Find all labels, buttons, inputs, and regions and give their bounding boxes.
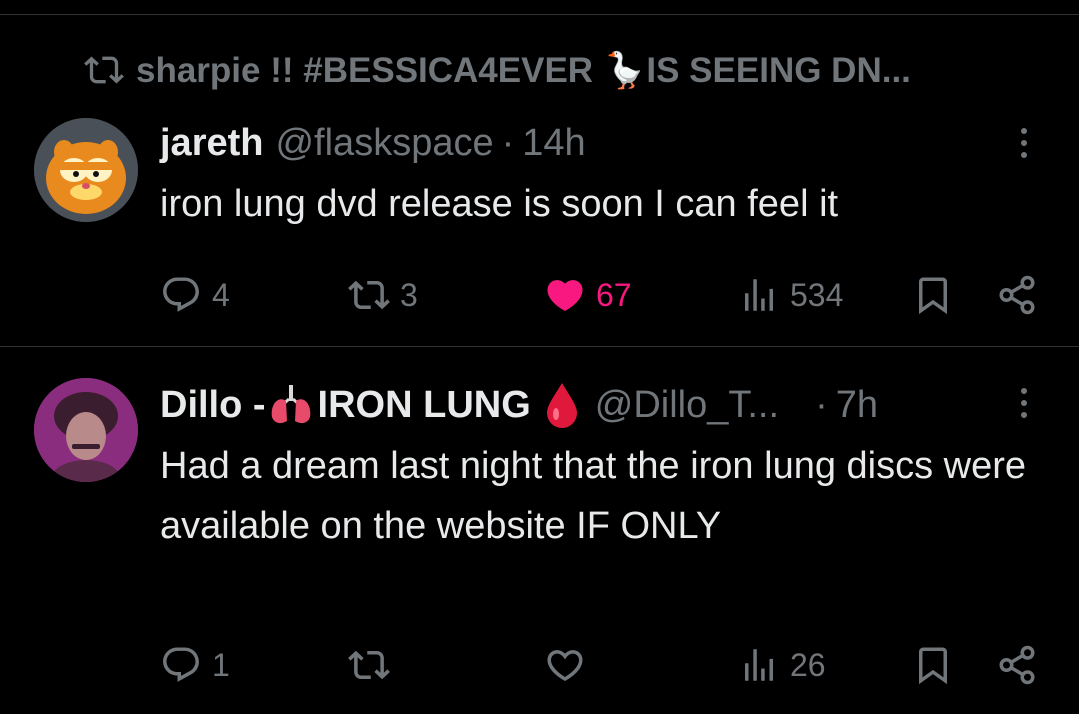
- post-actions: 1 26: [160, 640, 1040, 690]
- views-button[interactable]: 534: [738, 270, 843, 320]
- like-count: 67: [596, 276, 632, 313]
- reply-count: 4: [212, 276, 230, 313]
- avatar[interactable]: [34, 118, 138, 222]
- handle[interactable]: @Dillo_T...: [595, 384, 779, 427]
- dillo-avatar-image: [34, 378, 138, 482]
- repost-context-text: sharpie !! #BESSICA4EVER 🪿IS SEEING DN..…: [136, 50, 911, 90]
- views-icon: [745, 649, 773, 681]
- timestamp[interactable]: 7h: [836, 384, 878, 427]
- like-button[interactable]: 67: [544, 270, 632, 320]
- views-count: 534: [790, 276, 844, 313]
- repost-button[interactable]: 3: [348, 270, 418, 320]
- handle[interactable]: @flaskspace: [275, 122, 493, 165]
- heart-icon: [547, 280, 583, 312]
- post-divider: [0, 346, 1079, 347]
- reply-count: 1: [212, 646, 230, 683]
- post-text: Had a dream last night that the iron lun…: [160, 445, 1027, 547]
- display-name[interactable]: jareth: [160, 122, 263, 165]
- bookmark-icon: [919, 647, 947, 685]
- post-header: Dillo - IRON LUNG @Dillo_T... · 7h: [160, 380, 878, 430]
- reply-button[interactable]: 1: [160, 640, 230, 690]
- lungs-icon: [271, 385, 310, 424]
- repost-icon: [348, 650, 390, 680]
- garfield-avatar-image: [34, 118, 138, 222]
- display-name-suffix[interactable]: IRON LUNG: [318, 384, 531, 427]
- bookmark-button[interactable]: [912, 640, 954, 690]
- reply-icon: [163, 277, 199, 312]
- reply-icon: [163, 647, 199, 682]
- post-header: jareth @flaskspace · 14h: [160, 120, 586, 166]
- reply-button[interactable]: 4: [160, 270, 230, 320]
- share-icon: [999, 275, 1035, 315]
- views-count: 26: [790, 646, 826, 683]
- more-icon[interactable]: [1016, 128, 1032, 158]
- repost-context[interactable]: sharpie !! #BESSICA4EVER 🪿IS SEEING DN..…: [84, 50, 911, 90]
- views-button[interactable]: 26: [738, 640, 826, 690]
- bookmark-button[interactable]: [912, 270, 954, 320]
- top-divider: [0, 14, 1079, 15]
- blood-drop-icon: [546, 383, 577, 428]
- repost-count: 3: [400, 276, 418, 313]
- display-name-prefix[interactable]: Dillo -: [160, 384, 266, 427]
- repost-icon: [84, 56, 124, 84]
- repost-icon: [348, 280, 390, 310]
- post-text: iron lung dvd release is soon I can feel…: [160, 183, 839, 225]
- share-icon: [999, 645, 1035, 685]
- more-icon[interactable]: [1016, 388, 1032, 418]
- post-actions: 4 3 67 534: [160, 270, 1040, 320]
- views-icon: [745, 279, 773, 311]
- share-button[interactable]: [996, 640, 1038, 690]
- timestamp[interactable]: 14h: [522, 122, 585, 165]
- share-button[interactable]: [996, 270, 1038, 320]
- bookmark-icon: [919, 277, 947, 315]
- separator-dot: ·: [501, 121, 515, 164]
- separator-dot: ·: [815, 383, 828, 426]
- like-button[interactable]: [544, 640, 596, 690]
- heart-icon: [547, 650, 583, 682]
- avatar[interactable]: [34, 378, 138, 482]
- repost-button[interactable]: [348, 640, 400, 690]
